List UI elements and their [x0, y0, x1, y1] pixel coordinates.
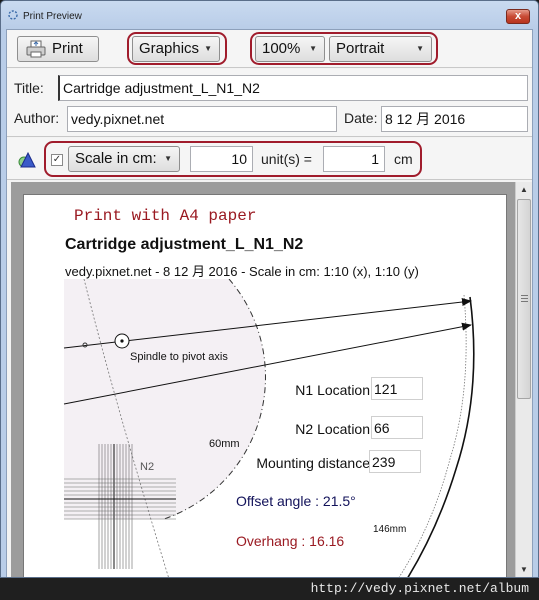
page-title: Cartridge adjustment_L_N1_N2 [65, 236, 304, 253]
printer-icon [26, 40, 46, 58]
n2-location-value: 66 [371, 416, 423, 439]
offset-angle: Offset angle : 21.5° [236, 493, 356, 509]
window-title: Print Preview [23, 11, 82, 22]
date-input[interactable]: 8 12 月 2016 [381, 106, 528, 132]
scroll-up-icon[interactable]: ▲ [516, 182, 532, 198]
n1-location-label: N1 Location [295, 382, 370, 398]
close-button[interactable]: x [506, 9, 530, 24]
spindle-dot [120, 339, 124, 343]
dialog-client: Print Graphics ▼ 100% ▼ Portrait ▼ Title… [6, 29, 533, 577]
mounting-distance-label: Mounting distance [256, 455, 370, 471]
orientation-select-value: Portrait [336, 40, 385, 57]
spindle-label: Spindle to pivot axis [130, 351, 228, 363]
n2-marker: N2 [140, 461, 155, 473]
units-input[interactable]: 10 [190, 146, 253, 172]
check-icon: ✓ [52, 154, 62, 165]
scale-mode-select[interactable]: Scale in cm: ▼ [68, 146, 180, 172]
radius-60mm-label: 60mm [209, 438, 240, 450]
orientation-select[interactable]: Portrait ▼ [329, 36, 432, 62]
title-bar[interactable]: Print Preview x [1, 1, 538, 29]
title-label: Title: [14, 80, 44, 96]
scale-bar: ✓ Scale in cm: ▼ 10 unit(s) = 1 cm [7, 138, 532, 180]
chevron-down-icon: ▼ [416, 44, 424, 53]
zoom-select[interactable]: 100% ▼ [255, 36, 325, 62]
print-button[interactable]: Print [17, 36, 99, 62]
page-subtitle: vedy.pixnet.net - 8 12 月 2016 - Scale in… [65, 264, 419, 279]
mode-select[interactable]: Graphics ▼ [132, 36, 220, 62]
geometry-icon [18, 152, 36, 168]
preview-pane: Print with A4 paper Cartridge adjustment… [11, 182, 532, 577]
scroll-down-icon[interactable]: ▼ [516, 562, 532, 577]
grip-icon [521, 295, 528, 302]
app-icon [8, 10, 18, 20]
print-preview-window: Print Preview x Print Graphics ▼ 100% ▼ … [0, 0, 539, 578]
watermark-bar: http://vedy.pixnet.net/album [0, 578, 539, 600]
chevron-down-icon: ▼ [309, 44, 317, 53]
scale-mode-value: Scale in cm: [75, 150, 157, 167]
toolbar: Print Graphics ▼ 100% ▼ Portrait ▼ [7, 30, 532, 68]
cm-label: cm [394, 151, 413, 167]
title-input[interactable]: Cartridge adjustment_L_N1_N2 [58, 75, 528, 101]
alignment-drawing: Spindle to pivot axis 60mm N2 146mm N1 L… [24, 279, 508, 577]
overhang: Overhang : 16.16 [236, 533, 345, 549]
date-label: Date: [344, 110, 378, 126]
chevron-down-icon: ▼ [204, 44, 212, 53]
print-label: Print [52, 40, 83, 57]
paper-note: Print with A4 paper [74, 207, 257, 225]
watermark-url: http://vedy.pixnet.net/album [310, 581, 529, 596]
zoom-select-value: 100% [262, 40, 301, 57]
cm-input[interactable]: 1 [323, 146, 385, 172]
mounting-distance-value: 239 [369, 450, 421, 473]
chevron-down-icon: ▼ [164, 154, 172, 163]
scroll-thumb[interactable] [517, 199, 531, 399]
vertical-scrollbar[interactable]: ▲ ▼ [515, 182, 532, 577]
radius-146mm-label: 146mm [373, 524, 407, 535]
close-icon: x [514, 10, 522, 22]
document-meta: Title: Cartridge adjustment_L_N1_N2 Auth… [7, 69, 532, 137]
n1-location-value: 121 [371, 377, 423, 400]
units-label: unit(s) = [261, 151, 312, 167]
preview-page: Print with A4 paper Cartridge adjustment… [23, 194, 508, 577]
author-input[interactable]: vedy.pixnet.net [67, 106, 337, 132]
scale-checkbox[interactable]: ✓ [51, 154, 63, 166]
n2-location-label: N2 Location [295, 421, 370, 437]
mode-select-value: Graphics [139, 40, 200, 57]
author-label: Author: [14, 110, 60, 126]
